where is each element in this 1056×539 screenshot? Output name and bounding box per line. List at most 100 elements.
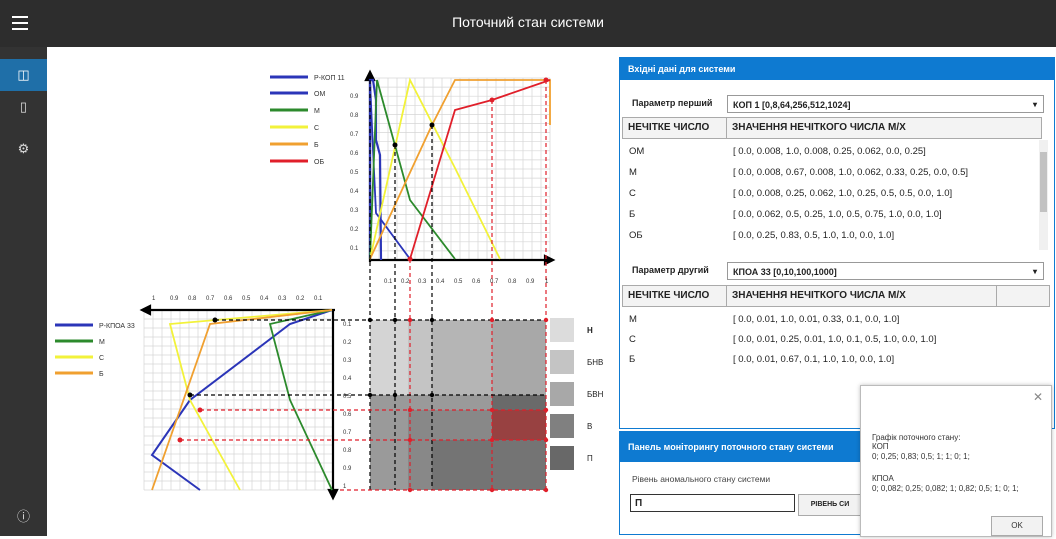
svg-text:Б: Б (99, 371, 104, 378)
svg-text:0.7: 0.7 (343, 430, 352, 436)
col-fuzzy-value: ЗНАЧЕННЯ НЕЧІТКОГО ЧИСЛА М/Х (732, 122, 906, 133)
input-data-panel: Вхідні дані для системи Параметр перший … (619, 57, 1055, 429)
popup-title: Графік поточного стану: (872, 433, 961, 442)
table1-scrollbar[interactable] (1039, 140, 1048, 250)
svg-text:С: С (99, 355, 104, 362)
monitor-header: Панель моніторингу поточного стану систе… (620, 432, 860, 462)
svg-text:0.4: 0.4 (350, 189, 359, 195)
param1-label: Параметр перший (632, 98, 713, 108)
svg-text:0.3: 0.3 (418, 279, 427, 285)
popup-kpoa-values: 0; 0,082; 0,25; 0,082; 1; 0,82; 0,5; 1; … (872, 484, 1019, 493)
monitor-panel: Панель моніторингу поточного стану систе… (619, 431, 862, 535)
svg-text:П: П (587, 454, 593, 463)
svg-text:0.5: 0.5 (343, 394, 352, 400)
svg-text:0.5: 0.5 (454, 279, 463, 285)
svg-text:0.7: 0.7 (490, 279, 499, 285)
param1-select[interactable]: КОП 1 [0,8,64,256,512,1024] ▾ (727, 95, 1044, 113)
charts-svg: 0.9 0.8 0.7 0.6 0.5 0.4 0.3 0.2 0.1 0.1 … (55, 69, 604, 501)
svg-text:0.5: 0.5 (242, 296, 251, 302)
param2-label: Параметр другий (632, 265, 709, 275)
ok-button[interactable]: OK (991, 516, 1043, 536)
svg-text:БНВ: БНВ (587, 358, 603, 367)
svg-text:0.3: 0.3 (350, 208, 359, 214)
svg-text:1: 1 (152, 296, 156, 302)
svg-text:0.1: 0.1 (350, 246, 359, 252)
info-icon[interactable]: ⓘ (0, 501, 47, 533)
sidebar: ◫ ▯ ⚙ ⓘ (0, 47, 47, 536)
col-fuzzy-value: ЗНАЧЕННЯ НЕЧІТКОГО ЧИСЛА М/Х (727, 286, 997, 306)
level-swatch (550, 350, 574, 374)
col-fuzzy-number: НЕЧІТКЕ ЧИСЛО (623, 118, 727, 138)
left-chart-legend: Р-КПОА 33 М С Б (55, 323, 135, 378)
svg-text:0.8: 0.8 (343, 448, 352, 454)
table2-header: НЕЧІТКЕ ЧИСЛО ЗНАЧЕННЯ НЕЧІТКОГО ЧИСЛА М/… (622, 285, 1050, 307)
svg-text:Н: Н (587, 326, 593, 335)
svg-text:Р-КОП 11: Р-КОП 11 (314, 75, 345, 82)
svg-text:1: 1 (343, 484, 347, 490)
svg-text:0.5: 0.5 (350, 170, 359, 176)
svg-text:0.1: 0.1 (343, 322, 352, 328)
top-chart-legend: Р-КОП 11 ОМ М С Б ОБ (270, 75, 345, 166)
svg-text:0.6: 0.6 (224, 296, 233, 302)
svg-text:0.9: 0.9 (343, 466, 352, 472)
svg-text:0.7: 0.7 (350, 132, 359, 138)
svg-text:0.2: 0.2 (343, 340, 352, 346)
svg-text:0.8: 0.8 (508, 279, 517, 285)
gear-icon[interactable]: ⚙ (0, 133, 47, 165)
col-fuzzy-number: НЕЧІТКЕ ЧИСЛО (623, 286, 727, 306)
svg-text:1: 1 (545, 279, 549, 285)
svg-text:0.8: 0.8 (350, 113, 359, 119)
level-swatch (550, 446, 574, 470)
state-popup: ✕ Графік поточного стану: КОП 0; 0,25; 0… (860, 385, 1052, 537)
title-bar: Поточний стан системи (0, 0, 1056, 47)
level-swatch (550, 414, 574, 438)
param2-select[interactable]: КПОА 33 [0,10,100,1000] ▾ (727, 262, 1044, 280)
popup-kop-label: КОП (872, 442, 889, 451)
chart-icon[interactable]: ◫ (0, 59, 47, 91)
level-swatch (550, 382, 574, 406)
svg-text:ОБ: ОБ (314, 159, 324, 166)
svg-text:0.3: 0.3 (278, 296, 287, 302)
document-icon[interactable]: ▯ (0, 91, 47, 123)
anomaly-level-field[interactable]: П (630, 494, 795, 512)
result-matrix (370, 320, 546, 490)
param1-value: КОП 1 [0,8,64,256,512,1024] (733, 100, 851, 110)
top-chart-axes (364, 69, 556, 266)
svg-text:В: В (587, 422, 592, 431)
svg-text:0.2: 0.2 (350, 227, 359, 233)
svg-text:Р-КПОА 33: Р-КПОА 33 (99, 323, 135, 330)
svg-text:0.9: 0.9 (350, 94, 359, 100)
svg-text:Б: Б (314, 142, 319, 149)
param2-value: КПОА 33 [0,10,100,1000] (733, 267, 837, 277)
level-swatch (550, 318, 574, 342)
close-icon[interactable]: ✕ (1033, 390, 1043, 404)
svg-text:0.8: 0.8 (188, 296, 197, 302)
left-chart-y-ticks: 0.1 0.2 0.3 0.4 0.5 0.6 0.7 0.8 0.9 1 (343, 322, 352, 490)
svg-text:ОМ: ОМ (314, 91, 325, 98)
charts-area: 0.9 0.8 0.7 0.6 0.5 0.4 0.3 0.2 0.1 0.1 … (47, 47, 612, 536)
svg-text:БВН: БВН (587, 390, 604, 399)
popup-kpoa-label: КПОА (872, 474, 894, 483)
svg-text:0.6: 0.6 (350, 151, 359, 157)
left-chart-grid (143, 309, 334, 491)
table1-header: НЕЧІТКЕ ЧИСЛО ЗНАЧЕННЯ НЕЧІТКОГО ЧИСЛА М/… (622, 117, 1042, 139)
anomaly-level-label: Рівень аномального стану системи (632, 474, 771, 484)
top-chart-y-ticks: 0.9 0.8 0.7 0.6 0.5 0.4 0.3 0.2 0.1 (350, 94, 359, 252)
level-button[interactable]: РІВЕНЬ СИ (798, 494, 862, 516)
svg-text:0.4: 0.4 (436, 279, 445, 285)
window-title: Поточний стан системи (452, 14, 604, 30)
top-chart-x-ticks: 0.1 0.2 0.3 0.4 0.5 0.6 0.7 0.8 0.9 1 (384, 279, 549, 285)
left-chart-x-ticks: 1 0.9 0.8 0.7 0.6 0.5 0.4 0.3 0.2 0.1 (152, 296, 323, 302)
popup-kop-values: 0; 0,25; 0,83; 0,5; 1; 1; 0; 1; (872, 452, 970, 461)
svg-text:0.2: 0.2 (296, 296, 305, 302)
top-chart-grid (369, 77, 551, 261)
svg-text:0.4: 0.4 (260, 296, 269, 302)
svg-text:0.1: 0.1 (314, 296, 323, 302)
chevron-down-icon: ▾ (1032, 267, 1037, 276)
svg-text:0.9: 0.9 (170, 296, 179, 302)
level-legend: Н БНВ БВН В П (550, 318, 604, 470)
chevron-down-icon: ▾ (1032, 100, 1037, 109)
svg-text:0.4: 0.4 (343, 376, 352, 382)
svg-text:0.1: 0.1 (384, 279, 393, 285)
svg-text:М: М (314, 108, 320, 115)
